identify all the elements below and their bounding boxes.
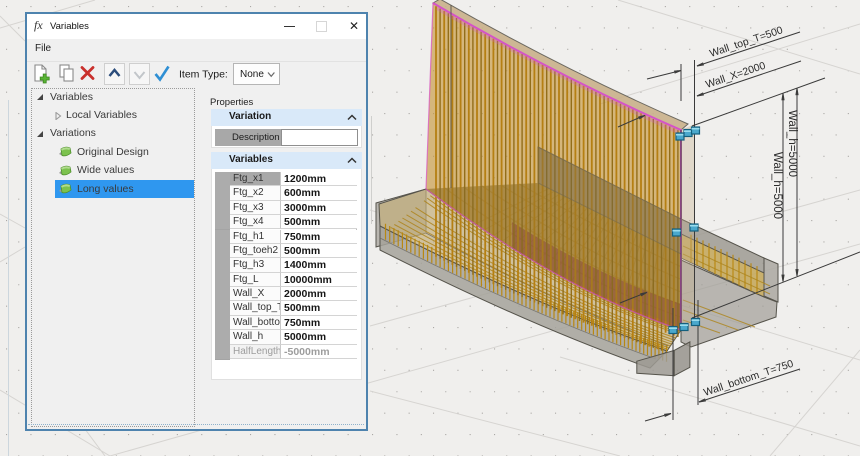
svg-text:Wall_h=5000: Wall_h=5000: [786, 110, 798, 177]
svg-text:Wall_h=5000: Wall_h=5000: [771, 152, 783, 219]
svg-text:Item Type:: Item Type:: [179, 69, 228, 81]
svg-text:Wall_bottom_T=750: Wall_bottom_T=750: [702, 358, 795, 399]
svg-text:Wall_top_T=500: Wall_top_T=500: [708, 24, 784, 60]
svg-text:None: None: [240, 69, 264, 80]
